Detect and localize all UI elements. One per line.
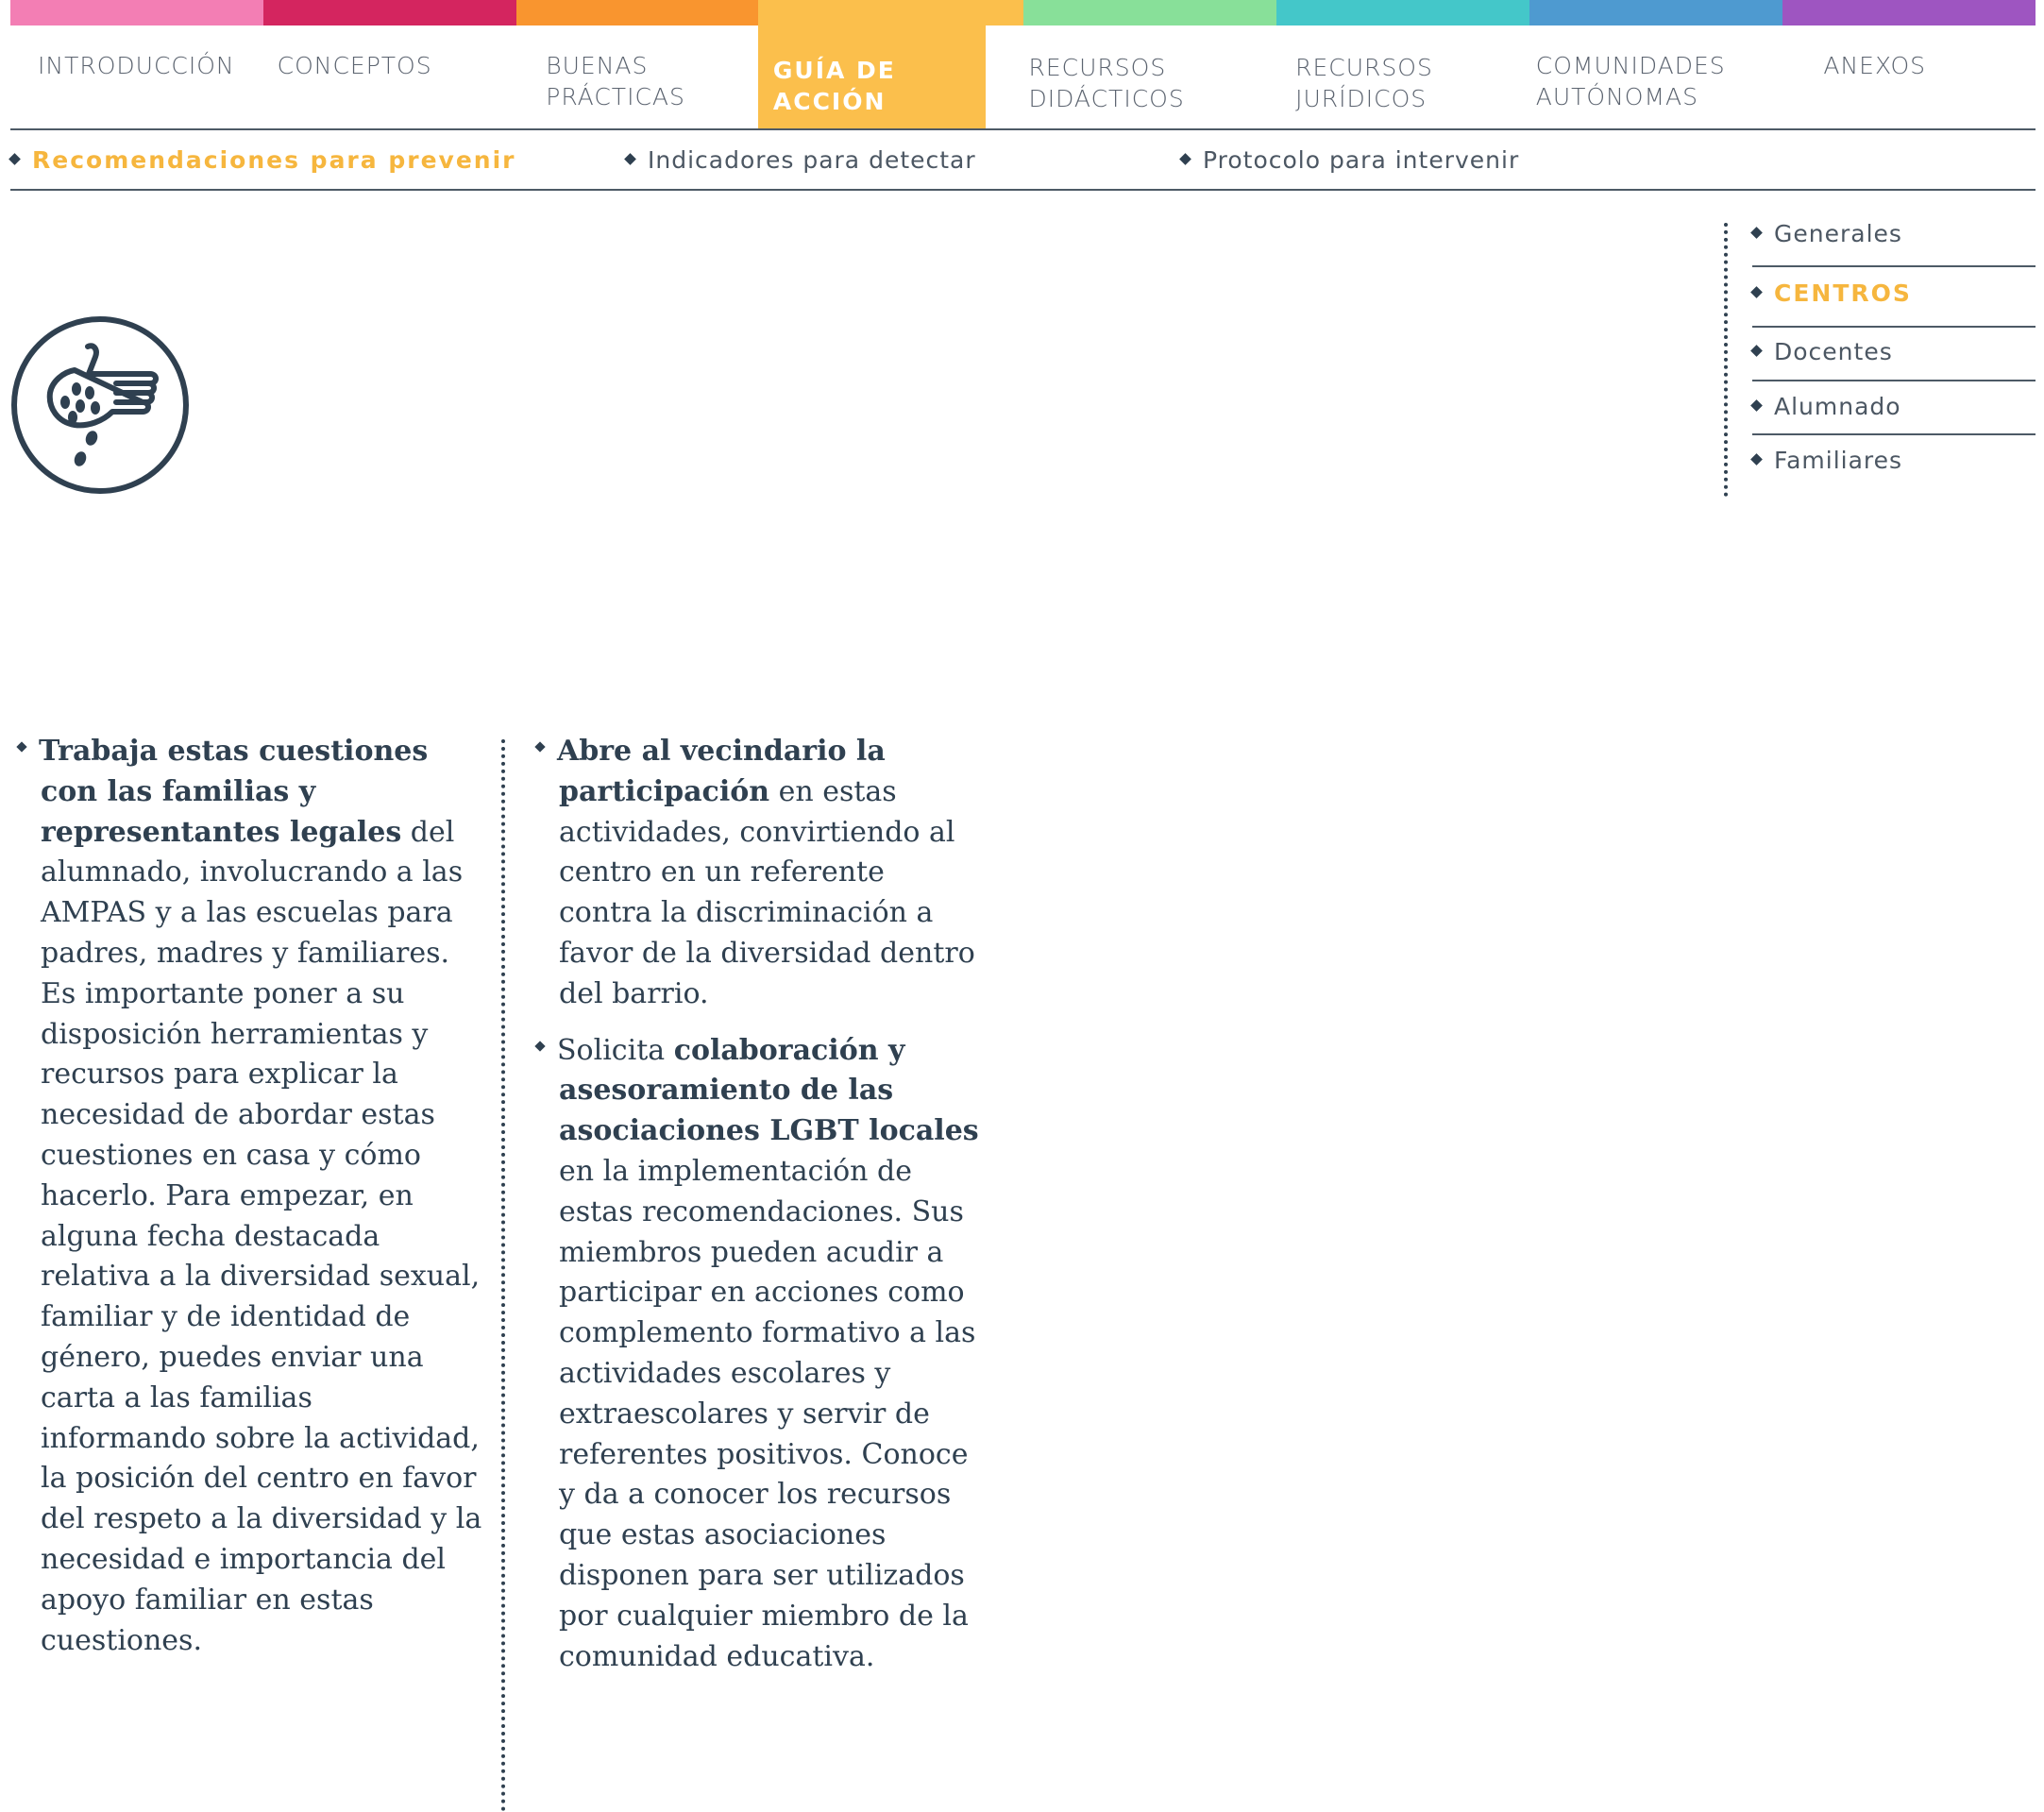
- subnav-label: Protocolo para intervenir: [1203, 146, 1520, 174]
- subnav-indicadores-para-detectar[interactable]: Indicadores para detectar: [624, 146, 976, 174]
- side-menu-dotted-line: [1724, 223, 1728, 497]
- nav-label: PRÁCTICAS: [546, 83, 685, 110]
- nav-guia-de-accion[interactable]: GUÍA DE ACCIÓN: [757, 0, 986, 129]
- nav-conceptos[interactable]: CONCEPTOS: [250, 0, 490, 129]
- diamond-bullet-icon: [16, 741, 27, 753]
- paragraph-pre: Solicita: [557, 1033, 674, 1067]
- nav-buenas-practicas[interactable]: BUENAS PRÁCTICAS: [489, 0, 758, 129]
- diamond-bullet-icon: [1750, 285, 1763, 298]
- side-divider: [1752, 326, 2036, 328]
- recommendation-paragraph: Abre al vecindario la participación en e…: [531, 732, 984, 1015]
- nav-recursos-didacticos[interactable]: RECURSOS DIDÁCTICOS: [986, 0, 1242, 129]
- nav-label: ANEXOS: [1823, 52, 1927, 79]
- subnav-label: Recomendaciones para prevenir: [32, 146, 516, 174]
- hand-seeds-icon: [11, 316, 189, 494]
- nav-comunidades-autonomas[interactable]: COMUNIDADES AUTÓNOMAS: [1508, 0, 1748, 129]
- diamond-bullet-icon: [1750, 398, 1763, 412]
- nav-label: DIDÁCTICOS: [1028, 85, 1185, 112]
- side-item-centros[interactable]: CENTROS: [1750, 279, 2036, 307]
- side-item-label: Docentes: [1774, 338, 1893, 365]
- side-item-generales[interactable]: Generales: [1750, 220, 2036, 247]
- nav-label: INTRODUCCIÓN: [38, 52, 235, 79]
- paragraph-body: del alumnado, involucrando a las AMPAS y…: [41, 815, 482, 1657]
- side-item-label: Generales: [1774, 220, 1902, 247]
- subnav-label: Indicadores para detectar: [648, 146, 976, 174]
- recommendation-paragraph: Solicita colaboración y asesoramiento de…: [531, 1031, 984, 1678]
- diamond-bullet-icon: [1750, 344, 1763, 357]
- side-item-label: CENTROS: [1774, 279, 1912, 307]
- recommendation-paragraph: Trabaja estas cuestiones con las familia…: [12, 732, 484, 1661]
- side-divider: [1752, 265, 2036, 267]
- nav-recursos-juridicos[interactable]: RECURSOS JURÍDICOS: [1241, 0, 1508, 129]
- paragraph-body: en estas actividades, convirtiendo al ce…: [559, 774, 975, 1010]
- diamond-bullet-icon: [1750, 226, 1763, 239]
- nav-label: RECURSOS: [1295, 54, 1433, 81]
- content-column-1: Trabaja estas cuestiones con las familia…: [12, 732, 484, 1677]
- nav-label: JURÍDICOS: [1295, 85, 1427, 112]
- subnav-divider: [10, 189, 2036, 191]
- nav-introduccion[interactable]: INTRODUCCIÓN: [10, 0, 250, 129]
- diamond-bullet-icon: [534, 741, 546, 753]
- nav-label: COMUNIDADES: [1535, 52, 1726, 79]
- side-item-label: Familiares: [1774, 447, 1903, 474]
- side-divider: [1752, 380, 2036, 381]
- diamond-bullet-icon: [534, 1040, 546, 1052]
- nav-divider: [10, 128, 2036, 130]
- main-nav: INTRODUCCIÓN CONCEPTOS BUENAS PRÁCTICAS G…: [10, 0, 2036, 129]
- diamond-bullet-icon: [1750, 452, 1763, 466]
- paragraph-body: en la implementación de estas recomendac…: [559, 1154, 976, 1673]
- nav-label: GUÍA DE ACCIÓN: [772, 57, 896, 115]
- side-divider: [1752, 433, 2036, 435]
- nav-label: CONCEPTOS: [277, 52, 432, 79]
- nav-label: RECURSOS: [1028, 54, 1167, 81]
- nav-label: AUTÓNOMAS: [1535, 83, 1699, 110]
- diamond-bullet-icon: [8, 152, 21, 165]
- side-item-alumnado[interactable]: Alumnado: [1750, 393, 2036, 420]
- column-dotted-divider: [501, 739, 505, 1812]
- diamond-bullet-icon: [624, 152, 636, 165]
- nav-anexos[interactable]: ANEXOS: [1748, 0, 2036, 129]
- content-column-2: Abre al vecindario la participación en e…: [531, 732, 984, 1693]
- diamond-bullet-icon: [1179, 152, 1191, 165]
- paragraph-lead: Trabaja estas cuestiones con las familia…: [39, 735, 429, 849]
- subnav-recomendaciones-para-prevenir[interactable]: Recomendaciones para prevenir: [8, 146, 516, 174]
- nav-label: BUENAS: [546, 52, 649, 79]
- subnav-protocolo-para-intervenir[interactable]: Protocolo para intervenir: [1179, 146, 1520, 174]
- side-item-docentes[interactable]: Docentes: [1750, 338, 2036, 365]
- side-item-label: Alumnado: [1774, 393, 1901, 420]
- side-item-familiares[interactable]: Familiares: [1750, 447, 2036, 474]
